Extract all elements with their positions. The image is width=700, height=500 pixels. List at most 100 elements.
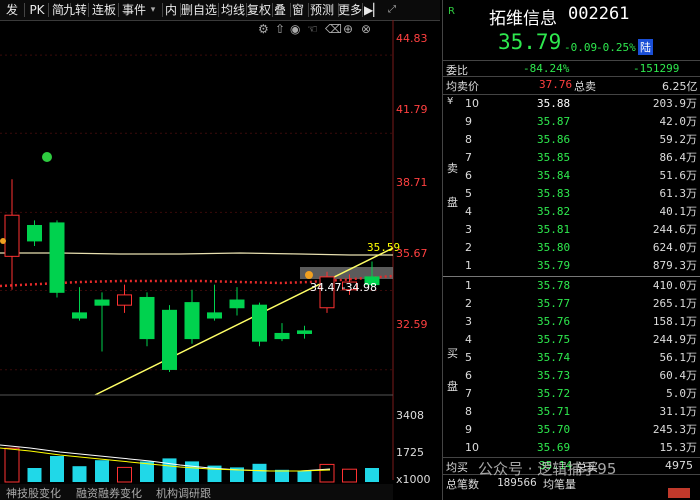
volume-bar: [319, 463, 335, 483]
plus-circle-icon[interactable]: ⊕: [343, 22, 353, 36]
toolbar-adjust-button[interactable]: 复权: [246, 2, 272, 18]
candle[interactable]: [229, 299, 245, 309]
order-level: 9: [465, 423, 472, 436]
trash-icon[interactable]: ⌫: [324, 22, 342, 36]
candle[interactable]: [27, 224, 42, 242]
toolbar-more-button[interactable]: 更多: [338, 2, 362, 18]
toolbar-events-button[interactable]: 事件: [120, 2, 148, 18]
candle[interactable]: [117, 294, 132, 306]
divider: [443, 60, 700, 61]
candle[interactable]: [139, 296, 155, 340]
order-book-row[interactable]: 4 35.82 40.1万: [443, 204, 700, 219]
order-price: 35.80: [537, 241, 571, 254]
toolbar-remove-watchlist-button[interactable]: 删自选: [180, 2, 218, 18]
hand-icon[interactable]: ☜: [307, 22, 318, 36]
order-book-row[interactable]: 9 35.87 42.0万: [443, 114, 700, 129]
order-book-row[interactable]: 3 35.76 158.1万: [443, 314, 700, 329]
tab-stock-change[interactable]: 神技股变化: [6, 486, 61, 500]
order-book-row[interactable]: 3 35.81 244.6万: [443, 222, 700, 237]
order-book-row[interactable]: 6 35.84 51.6万: [443, 168, 700, 183]
order-book-row[interactable]: 6 35.73 60.4万: [443, 368, 700, 383]
total-sell-value: 6.25亿: [662, 80, 698, 93]
close-circle-icon[interactable]: ⊗: [361, 22, 371, 36]
candle[interactable]: [72, 312, 87, 319]
order-book-row[interactable]: 1 35.79 879.3万: [443, 258, 700, 273]
order-book-row[interactable]: 9 35.70 245.3万: [443, 422, 700, 437]
order-volume: 879.3万: [652, 259, 697, 272]
order-book-row[interactable]: 4 35.75 244.9万: [443, 332, 700, 347]
order-level: 1: [465, 259, 472, 272]
order-book-row[interactable]: 2 35.77 265.1万: [443, 296, 700, 311]
order-book-row[interactable]: 8 35.71 31.1万: [443, 404, 700, 419]
order-price: 35.71: [537, 405, 571, 418]
volume-tick-label: 3408: [396, 409, 424, 422]
order-volume: 86.4万: [659, 151, 698, 164]
volume-bar: [162, 458, 177, 482]
volume-bar: [95, 460, 109, 482]
order-book-row[interactable]: 8 35.86 59.2万: [443, 132, 700, 147]
order-book-row[interactable]: 7 35.72 5.0万: [443, 386, 700, 401]
flame-marker-icon[interactable]: [305, 271, 313, 279]
dropdown-arrow-icon[interactable]: ▾: [146, 2, 160, 18]
order-level: 4: [465, 205, 472, 218]
toolbar-nine-turn-button[interactable]: 九转: [62, 2, 88, 18]
weibi-value: -84.24%: [523, 62, 570, 75]
order-book-row[interactable]: 2 35.80 624.0万: [443, 240, 700, 255]
order-price: 35.72: [537, 387, 571, 400]
order-level: 2: [465, 241, 472, 254]
volume-unit-label: x1000: [396, 473, 431, 486]
tab-margin-change[interactable]: 融资融券变化: [76, 486, 142, 500]
candle[interactable]: [207, 312, 222, 319]
expand-icon[interactable]: ⤢: [384, 2, 400, 18]
avg-sell-value: 37.76: [539, 78, 573, 91]
order-book-row[interactable]: 10 35.88 203.9万: [443, 96, 700, 111]
candle[interactable]: [184, 302, 200, 340]
toolbar-divider: [88, 3, 89, 17]
candle[interactable]: [94, 299, 110, 306]
toolbar-divider: [218, 3, 219, 17]
order-book-row[interactable]: 7 35.85 86.4万: [443, 150, 700, 165]
toolbar-overlay-button[interactable]: 叠: [272, 2, 288, 18]
order-level: 3: [465, 315, 472, 328]
candle[interactable]: [252, 304, 267, 342]
divider: [443, 94, 700, 95]
volume-bar: [365, 468, 379, 482]
shenzhen-connect-badge: 陆: [638, 39, 653, 55]
eye-icon[interactable]: ◉: [290, 22, 300, 36]
toolbar-forecast-button[interactable]: 预测: [308, 2, 336, 18]
order-level: 7: [465, 151, 472, 164]
toolbar-nei-button[interactable]: 内: [164, 2, 178, 18]
price-tick-label: 41.79: [396, 103, 428, 116]
weibi-diff: -151299: [633, 62, 680, 75]
order-level: 1: [465, 279, 472, 292]
price-tick-label: 35.67: [396, 247, 428, 260]
toolbar-window-button[interactable]: 窗: [290, 2, 306, 18]
candle[interactable]: [297, 330, 312, 334]
order-book-row[interactable]: 1 35.78 410.0万: [443, 278, 700, 293]
candle[interactable]: [274, 332, 290, 340]
kline-chart: ⚙ ⇧ ◉ ☜ ⌫ ⊕ ⊗ 35.59 34.47-34.98 44.83 41…: [0, 20, 431, 500]
toolbar-pk-button[interactable]: PK: [28, 2, 46, 18]
order-book-row[interactable]: 5 35.83 61.3万: [443, 186, 700, 201]
collapse-panel-icon[interactable]: ▶▏: [364, 2, 382, 18]
order-volume: 203.9万: [652, 97, 697, 110]
candle[interactable]: [162, 309, 177, 370]
toolbar-ma-button[interactable]: 均线: [220, 2, 246, 18]
volume-bar: [342, 468, 357, 483]
order-book-row[interactable]: 5 35.74 56.1万: [443, 350, 700, 365]
total-count-label: 总笔数: [446, 478, 479, 491]
status-indicator: [668, 488, 690, 498]
candle[interactable]: [4, 214, 20, 257]
order-book-row[interactable]: 10 35.69 15.3万: [443, 440, 700, 455]
gear-icon[interactable]: ⚙: [258, 22, 269, 36]
current-price: 35.79: [498, 30, 562, 54]
tab-institution-research[interactable]: 机构调研跟: [156, 486, 211, 500]
up-icon[interactable]: ⇧: [275, 22, 285, 36]
order-volume: 624.0万: [652, 241, 697, 254]
toolbar-fa-button[interactable]: 发: [4, 2, 20, 18]
flame-marker-icon[interactable]: [0, 238, 6, 244]
toolbar-divider: [118, 3, 119, 17]
event-marker-icon[interactable]: [42, 152, 52, 162]
toolbar-limit-up-button[interactable]: 连板: [90, 2, 118, 18]
candle[interactable]: [49, 222, 65, 293]
